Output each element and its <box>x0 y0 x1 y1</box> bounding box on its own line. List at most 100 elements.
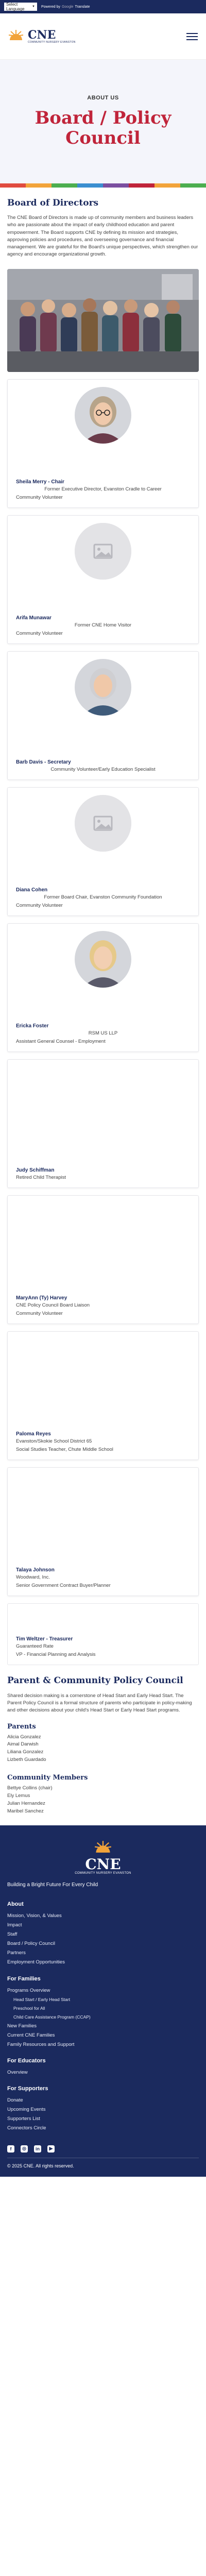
member-info: Ericka Foster RSM US LLP Assistant General… <box>16 1023 190 1045</box>
list-item: Liliana Gonzalez <box>7 1749 44 1755</box>
stripe-segment <box>26 183 52 188</box>
member-extra: Community Volunteer <box>16 630 63 636</box>
footer-about-heading: About <box>7 1901 24 1908</box>
member-role: RSM US LLP <box>88 1030 118 1036</box>
member-role: Former Executive Director, Evanston Crad… <box>44 486 162 492</box>
member-extra: VP - Financial Planning and Analysis <box>16 1651 96 1657</box>
list-item: Alicia Gonzalez <box>7 1734 41 1740</box>
site-header: CNE COMMUNITY NURSERY EVANSTON <box>0 13 206 60</box>
footer-link[interactable]: Programs Overview <box>7 1986 199 1995</box>
member-extra: Community Volunteer <box>16 902 63 908</box>
board-member-card: Tim Weltzer - Treasurer Guaranteed Rate … <box>7 1603 199 1665</box>
site-footer: CNE COMMUNITY NURSERY EVANSTON Building … <box>0 1825 206 2177</box>
logo-sun-icon <box>8 29 24 40</box>
member-name: Barb Davis - Secretary <box>16 759 71 765</box>
community-heading: Community Members <box>7 1774 88 1782</box>
board-member-card: Talaya Johnson Woodward, Inc. Senior Gover… <box>7 1467 199 1596</box>
main-content: Board of Directors The CNE Board of Dire… <box>0 188 206 1815</box>
footer-supporters-heading: For Supporters <box>7 2085 48 2092</box>
footer-link[interactable]: Employment Opportunities <box>7 1958 199 1967</box>
board-member-card: Arifa Munawar Former CNE Home Visitor Comm… <box>7 515 199 644</box>
language-select[interactable]: Select Language ▼ <box>4 2 37 11</box>
stripe-segment <box>52 183 77 188</box>
footer-link[interactable]: Current CNE Families <box>7 2031 199 2040</box>
footer-link[interactable]: Donate <box>7 2096 199 2105</box>
policy-council-heading: Parent & Community Policy Council <box>7 1675 183 1686</box>
site-logo[interactable]: CNE COMMUNITY NURSERY EVANSTON <box>7 29 76 44</box>
list-item: Julian Hernandez <box>7 1800 45 1806</box>
footer-link[interactable]: Staff <box>7 1930 199 1939</box>
menu-icon[interactable] <box>185 31 199 42</box>
top-bar: Select Language ▼ Powered by Google Tran… <box>0 0 206 13</box>
member-info: Diana Cohen Former Board Chair, Evanston … <box>16 887 190 909</box>
chevron-down-icon: ▼ <box>32 5 35 8</box>
board-member-card: Judy Schiffman Retired Child Therapist <box>7 1059 199 1188</box>
member-extra: Community Volunteer <box>16 1310 63 1316</box>
footer-logo-subtext: COMMUNITY NURSERY EVANSTON <box>75 1872 131 1875</box>
list-item: Ely Lemus <box>7 1793 30 1799</box>
powered-by-translate: Powered by Google Translate <box>41 5 90 9</box>
footer-logo-text: CNE <box>85 1856 121 1873</box>
board-member-card: Diana Cohen Former Board Chair, Evanston … <box>7 787 199 916</box>
member-name: Paloma Reyes <box>16 1431 51 1437</box>
board-member-card: Sheila Merry - Chair Former Executive Dir… <box>7 379 199 508</box>
board-intro: The CNE Board of Directors is made up of… <box>7 215 198 258</box>
footer-link[interactable]: Child Care Assistance Program (CCAP) <box>7 2013 199 2022</box>
member-extra: Senior Government Contract Buyer/Planner <box>16 1582 111 1588</box>
member-name: Sheila Merry - Chair <box>16 479 64 485</box>
parents-list: Alicia Gonzalez Aimal Darwish Liliana Gonz… <box>7 1734 199 1764</box>
footer-link[interactable]: Overview <box>7 2068 199 2077</box>
board-member-card: Paloma Reyes Evanston/Skokie School Distr… <box>7 1331 199 1460</box>
logo-text: CNE <box>28 28 56 42</box>
member-info: Barb Davis - Secretary Community Voluntee… <box>16 759 190 773</box>
member-role: Former Board Chair, Evanston Community F… <box>44 894 162 900</box>
member-info: Sheila Merry - Chair Former Executive Dir… <box>16 479 190 501</box>
member-name: Diana Cohen <box>16 887 48 893</box>
copyright: © 2025 CNE. All rights reserved. <box>7 2163 74 2168</box>
language-select-label: Select Language <box>6 2 25 11</box>
footer-logo[interactable]: CNE COMMUNITY NURSERY EVANSTON <box>7 1840 199 1875</box>
footer-link[interactable]: Preschool for All <box>7 2004 199 2013</box>
footer-link[interactable]: Supporters List <box>7 2114 199 2124</box>
footer-link[interactable]: Family Resources and Support <box>7 2040 199 2049</box>
linkedin-icon[interactable]: in <box>34 2145 41 2153</box>
list-item: Lizbeth Guardado <box>7 1756 46 1762</box>
footer-link[interactable]: New Families <box>7 2022 199 2031</box>
powered-by-text: Powered by <box>41 5 60 9</box>
instagram-icon[interactable]: ◎ <box>21 2145 28 2153</box>
footer-tagline: Building a Bright Future For Every Child <box>7 1882 98 1888</box>
footer-families-heading: For Families <box>7 1975 41 1982</box>
list-item: Aimal Darwish <box>7 1741 39 1748</box>
footer-link[interactable]: Connectors Circle <box>7 2124 199 2133</box>
member-name: Tim Weltzer - Treasurer <box>16 1636 73 1642</box>
member-extra: Assistant General Counsel - Employment <box>16 1038 106 1044</box>
footer-link[interactable]: Impact <box>7 1921 199 1930</box>
community-members-list: Bettye Collins (chair) Ely Lemus Julian He… <box>7 1785 199 1815</box>
youtube-icon[interactable]: ▶ <box>47 2145 55 2153</box>
stripe-segment <box>77 183 103 188</box>
color-stripe <box>0 183 206 188</box>
footer-link[interactable]: Board / Policy Council <box>7 1939 199 1948</box>
image-placeholder-icon <box>75 794 131 852</box>
footer-link[interactable]: Partners <box>7 1948 199 1958</box>
page-hero: ABOUT US Board / Policy Council <box>0 60 206 183</box>
google-text: Google <box>61 5 74 9</box>
parents-heading: Parents <box>7 1722 36 1731</box>
member-name: Talaya Johnson <box>16 1567 55 1573</box>
member-photo <box>75 930 131 988</box>
board-member-card: Barb Davis - Secretary Community Voluntee… <box>7 651 199 780</box>
facebook-icon[interactable]: f <box>7 2145 14 2153</box>
page-title: Board / Policy Council <box>35 107 171 148</box>
member-extra: Community Volunteer <box>16 494 63 500</box>
member-extra: Social Studies Teacher, Chute Middle Sch… <box>16 1446 113 1452</box>
list-item: Maribel Sanchez <box>7 1808 44 1814</box>
footer-link[interactable]: Upcoming Events <box>7 2105 199 2114</box>
footer-link[interactable]: Head Start / Early Head Start <box>7 1995 199 2004</box>
board-member-text-list: Judy Schiffman Retired Child Therapist Mar… <box>7 1059 199 1596</box>
board-heading: Board of Directors <box>7 198 99 208</box>
member-info: Arifa Munawar Former CNE Home Visitor Comm… <box>16 615 190 637</box>
translate-link[interactable]: Translate <box>75 5 90 9</box>
footer-link[interactable]: Mission, Vision, & Values <box>7 1911 199 1921</box>
member-name: Judy Schiffman <box>16 1167 55 1173</box>
member-role: Retired Child Therapist <box>16 1174 66 1180</box>
